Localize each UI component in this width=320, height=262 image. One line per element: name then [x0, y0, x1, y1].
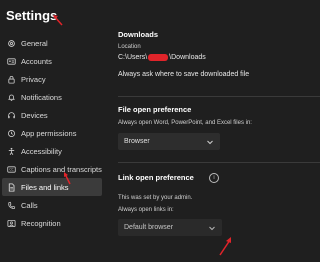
- sidebar-item-label: Recognition: [21, 218, 61, 228]
- section-divider: [118, 96, 320, 97]
- dropdown-value: Default browser: [124, 224, 174, 231]
- dropdown-value: Browser: [124, 138, 150, 145]
- annotation-arrow-title: [53, 15, 63, 26]
- file-open-dropdown[interactable]: Browser: [118, 133, 220, 150]
- sidebar-item-accessibility[interactable]: Accessibility: [2, 142, 102, 160]
- recognition-icon: [6, 218, 16, 228]
- phone-icon: [6, 200, 16, 210]
- accessibility-icon: [6, 146, 16, 156]
- sidebar-item-label: Calls: [21, 200, 38, 210]
- location-label: Location: [118, 44, 141, 50]
- sidebar-item-files-and-links[interactable]: Files and links: [2, 178, 102, 196]
- sidebar-item-label: General: [21, 38, 48, 48]
- file-open-title: File open preference: [118, 105, 192, 114]
- lock-icon: [6, 74, 16, 84]
- section-divider: [118, 162, 320, 163]
- id-card-icon: [6, 56, 16, 66]
- sidebar-item-label: Privacy: [21, 74, 46, 84]
- path-prefix: C:\Users\: [118, 54, 148, 61]
- file-open-description: Always open Word, PowerPoint, and Excel …: [118, 120, 252, 126]
- sidebar-item-recognition[interactable]: Recognition: [2, 214, 102, 232]
- sidebar-item-label: Devices: [21, 110, 48, 120]
- document-icon: [6, 182, 16, 192]
- bell-icon: [6, 92, 16, 102]
- sidebar-item-captions[interactable]: CC Captions and transcripts: [2, 160, 102, 178]
- sidebar-item-calls[interactable]: Calls: [2, 196, 102, 214]
- link-open-description: Always open links in:: [118, 207, 174, 213]
- admin-note: This was set by your admin.: [118, 195, 193, 201]
- chevron-down-icon: [207, 140, 213, 144]
- sidebar-item-label: Notifications: [21, 92, 62, 102]
- link-open-dropdown[interactable]: Default browser: [118, 219, 222, 236]
- gear-icon: [6, 38, 16, 48]
- annotation-arrow-link: [219, 237, 231, 256]
- captions-icon: CC: [6, 164, 16, 174]
- chevron-down-icon: [209, 226, 215, 230]
- headset-icon: [6, 110, 16, 120]
- sidebar-item-label: Accessibility: [21, 146, 62, 156]
- shield-icon: [6, 128, 16, 138]
- sidebar-item-app-permissions[interactable]: App permissions: [2, 124, 102, 142]
- sidebar-item-label: App permissions: [21, 128, 77, 138]
- sidebar-item-label: Accounts: [21, 56, 52, 66]
- svg-text:CC: CC: [9, 167, 13, 171]
- settings-content: Downloads Location C:\Users\ \Downloads …: [118, 0, 320, 262]
- download-path[interactable]: C:\Users\ \Downloads: [118, 54, 206, 61]
- sidebar-item-devices[interactable]: Devices: [2, 106, 102, 124]
- link-open-title: Link open preference: [118, 173, 194, 182]
- always-ask-option[interactable]: Always ask where to save downloaded file: [118, 71, 249, 78]
- redaction-mark: [148, 54, 169, 61]
- settings-window: Settings General Accounts Privacy Notifi…: [0, 0, 320, 262]
- path-suffix: \Downloads: [169, 54, 206, 61]
- sidebar-item-privacy[interactable]: Privacy: [2, 70, 102, 88]
- downloads-title: Downloads: [118, 30, 159, 39]
- sidebar-item-notifications[interactable]: Notifications: [2, 88, 102, 106]
- sidebar-item-general[interactable]: General: [2, 34, 102, 52]
- annotation-arrow-files: [64, 172, 71, 185]
- sidebar-item-accounts[interactable]: Accounts: [2, 52, 102, 70]
- info-icon[interactable]: i: [209, 173, 219, 183]
